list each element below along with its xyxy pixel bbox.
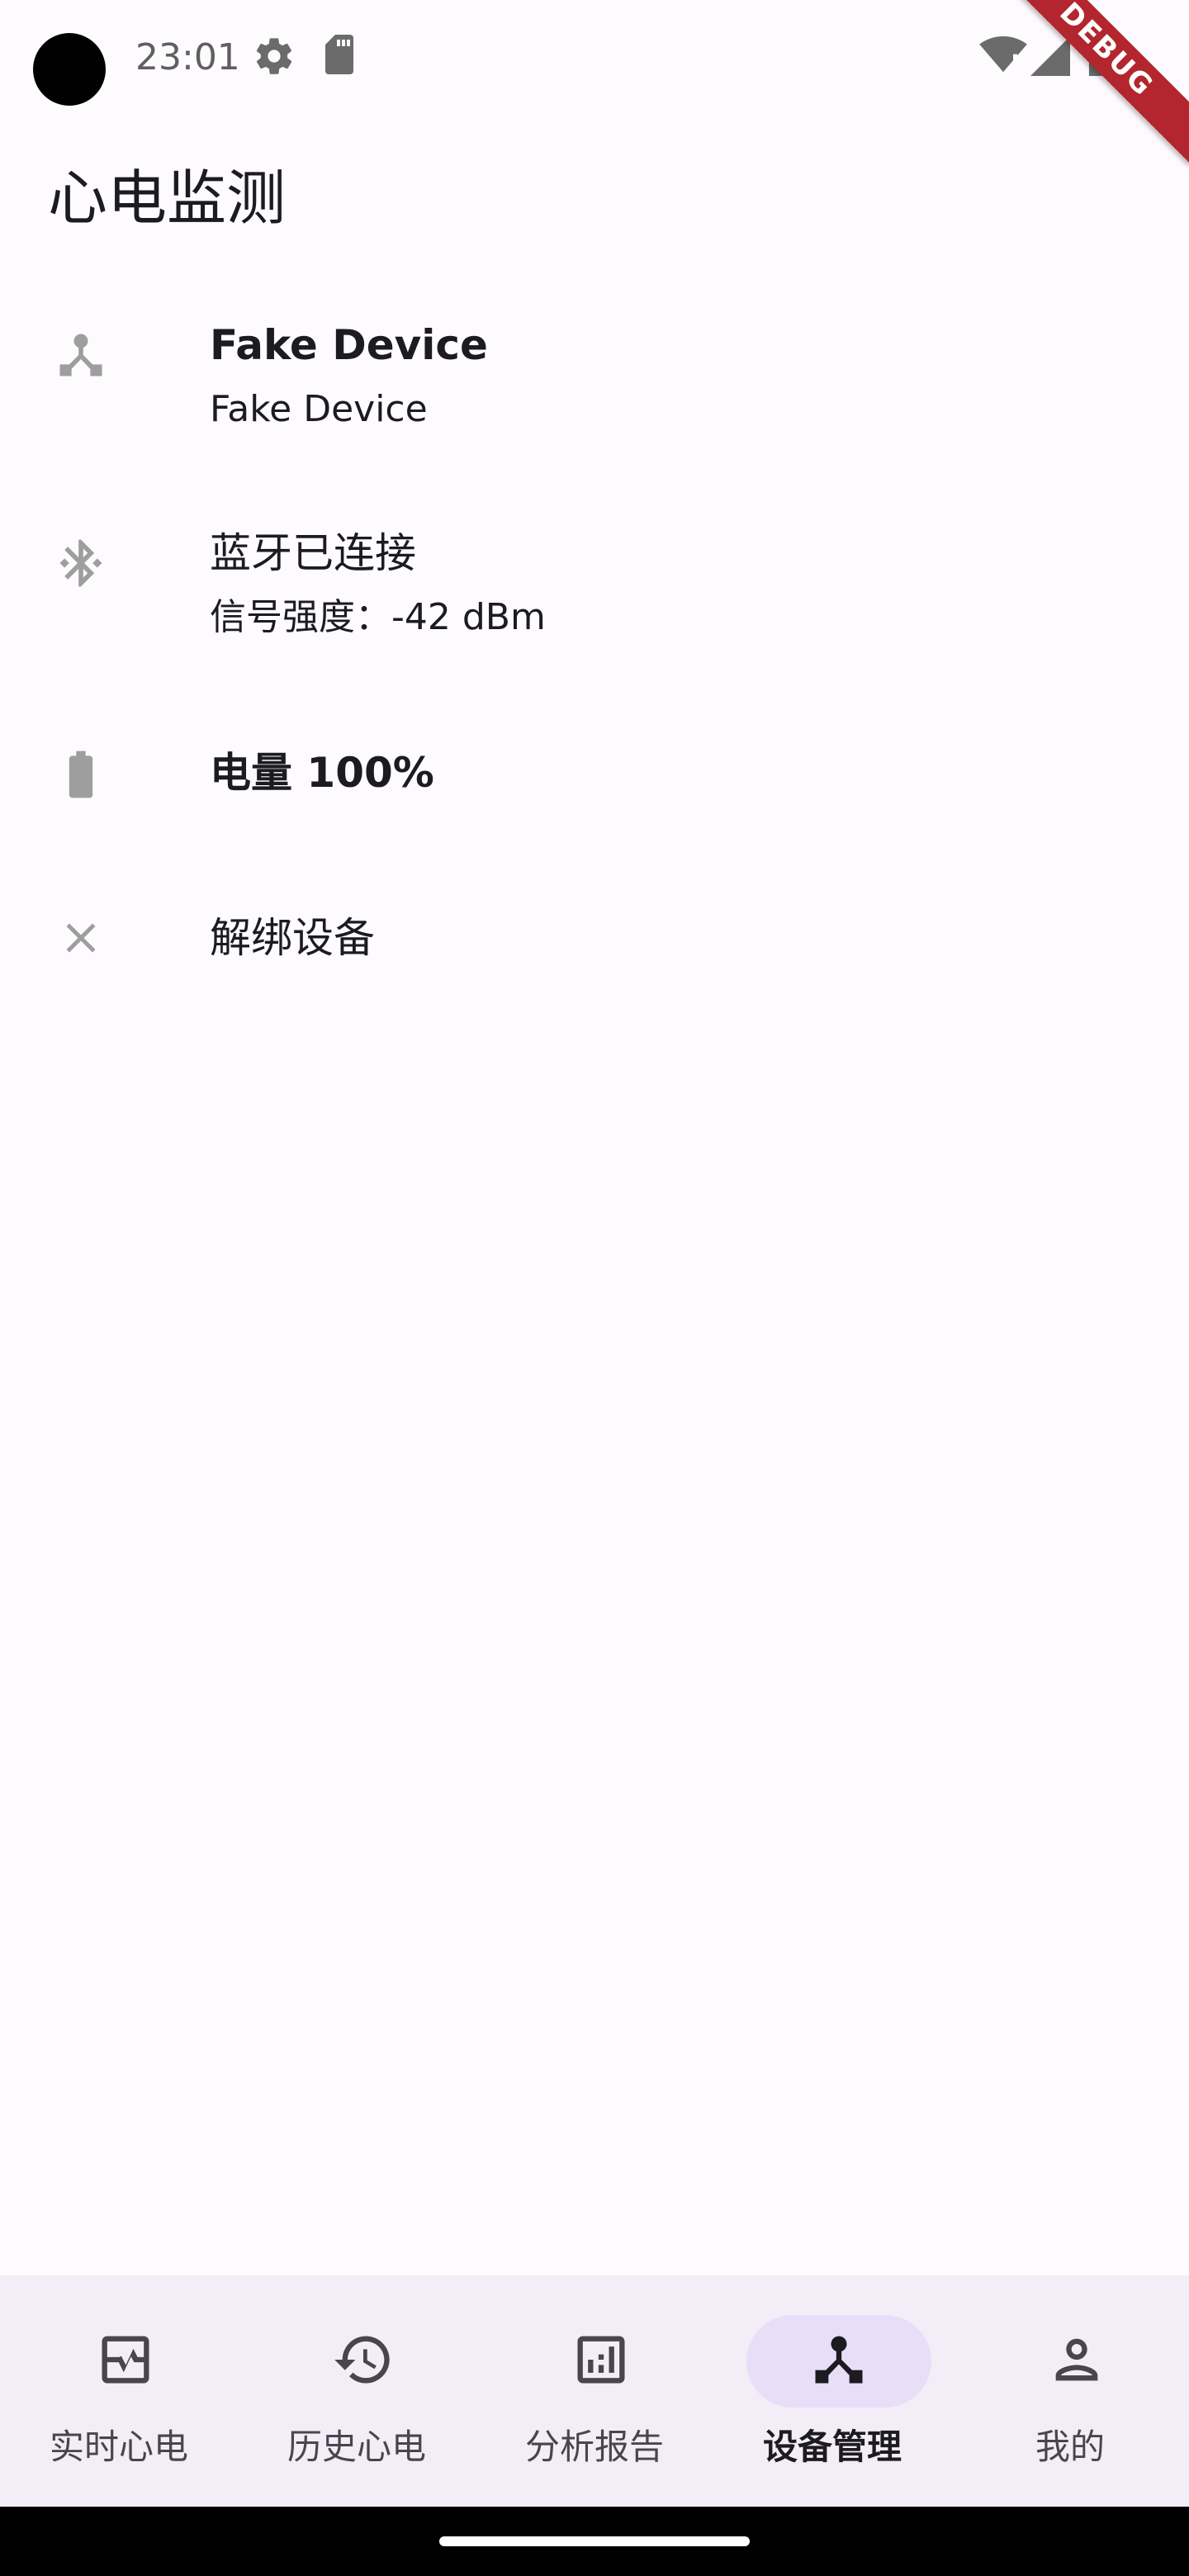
settings-gear-icon: [253, 35, 296, 81]
nav-indicator: [33, 2315, 218, 2408]
unbind-device-text: 解绑设备: [210, 914, 375, 962]
nav-item-device-management[interactable]: 设备管理: [713, 2275, 951, 2507]
nav-label: 分析报告: [524, 2427, 664, 2467]
analytics-icon: [570, 2328, 632, 2394]
device-hub-icon: [48, 322, 114, 388]
sd-card-icon: [324, 35, 357, 78]
nav-indicator: [509, 2315, 694, 2408]
nav-indicator: [984, 2315, 1169, 2408]
nav-indicator-active: [746, 2315, 931, 2408]
home-gesture-handle[interactable]: [439, 2536, 750, 2546]
person-icon: [1045, 2328, 1108, 2394]
camera-cutout: [33, 33, 106, 106]
device-name: Fake Device: [210, 321, 488, 369]
nav-indicator: [271, 2315, 456, 2408]
nav-label: 历史心电: [287, 2427, 426, 2467]
battery-level-item[interactable]: 电量 100%: [0, 727, 1189, 817]
nav-item-profile[interactable]: 我的: [951, 2275, 1189, 2507]
nav-item-realtime-ecg[interactable]: 实时心电: [0, 2275, 238, 2507]
nav-label: 实时心电: [49, 2427, 188, 2467]
cellular-signal-icon: [1030, 36, 1070, 79]
device-model: Fake Device: [210, 388, 428, 430]
wifi-icon: [979, 36, 1027, 79]
nav-label: 设备管理: [762, 2427, 902, 2467]
unbind-device-item[interactable]: 解绑设备: [0, 897, 1189, 979]
bluetooth-connected-icon: [48, 530, 114, 596]
system-navigation-bar: [0, 2507, 1189, 2576]
debug-banner: DEBUG: [992, 0, 1189, 164]
close-icon: [48, 905, 114, 971]
page-title: 心电监测: [48, 163, 287, 233]
nav-label: 我的: [1035, 2427, 1105, 2467]
bluetooth-status-text: 蓝牙已连接: [210, 529, 416, 577]
history-icon: [332, 2328, 395, 2394]
battery-full-icon: [48, 741, 114, 807]
status-bar: 23:01 DEBUG: [0, 0, 1189, 164]
device-hub-icon: [808, 2328, 870, 2394]
nav-item-history-ecg[interactable]: 历史心电: [238, 2275, 476, 2507]
device-info-item[interactable]: Fake Device Fake Device: [0, 307, 1189, 456]
nav-item-analysis-report[interactable]: 分析报告: [476, 2275, 713, 2507]
battery-level-text: 电量 100%: [210, 749, 434, 797]
signal-strength-text: 信号强度：-42 dBm: [210, 596, 546, 638]
bluetooth-status-item[interactable]: 蓝牙已连接 信号强度：-42 dBm: [0, 519, 1189, 659]
bottom-navigation: 实时心电 历史心电 分析报告 设备管理 我的: [0, 2275, 1189, 2507]
status-time: 23:01: [135, 36, 240, 78]
ecg-monitor-icon: [94, 2328, 157, 2394]
